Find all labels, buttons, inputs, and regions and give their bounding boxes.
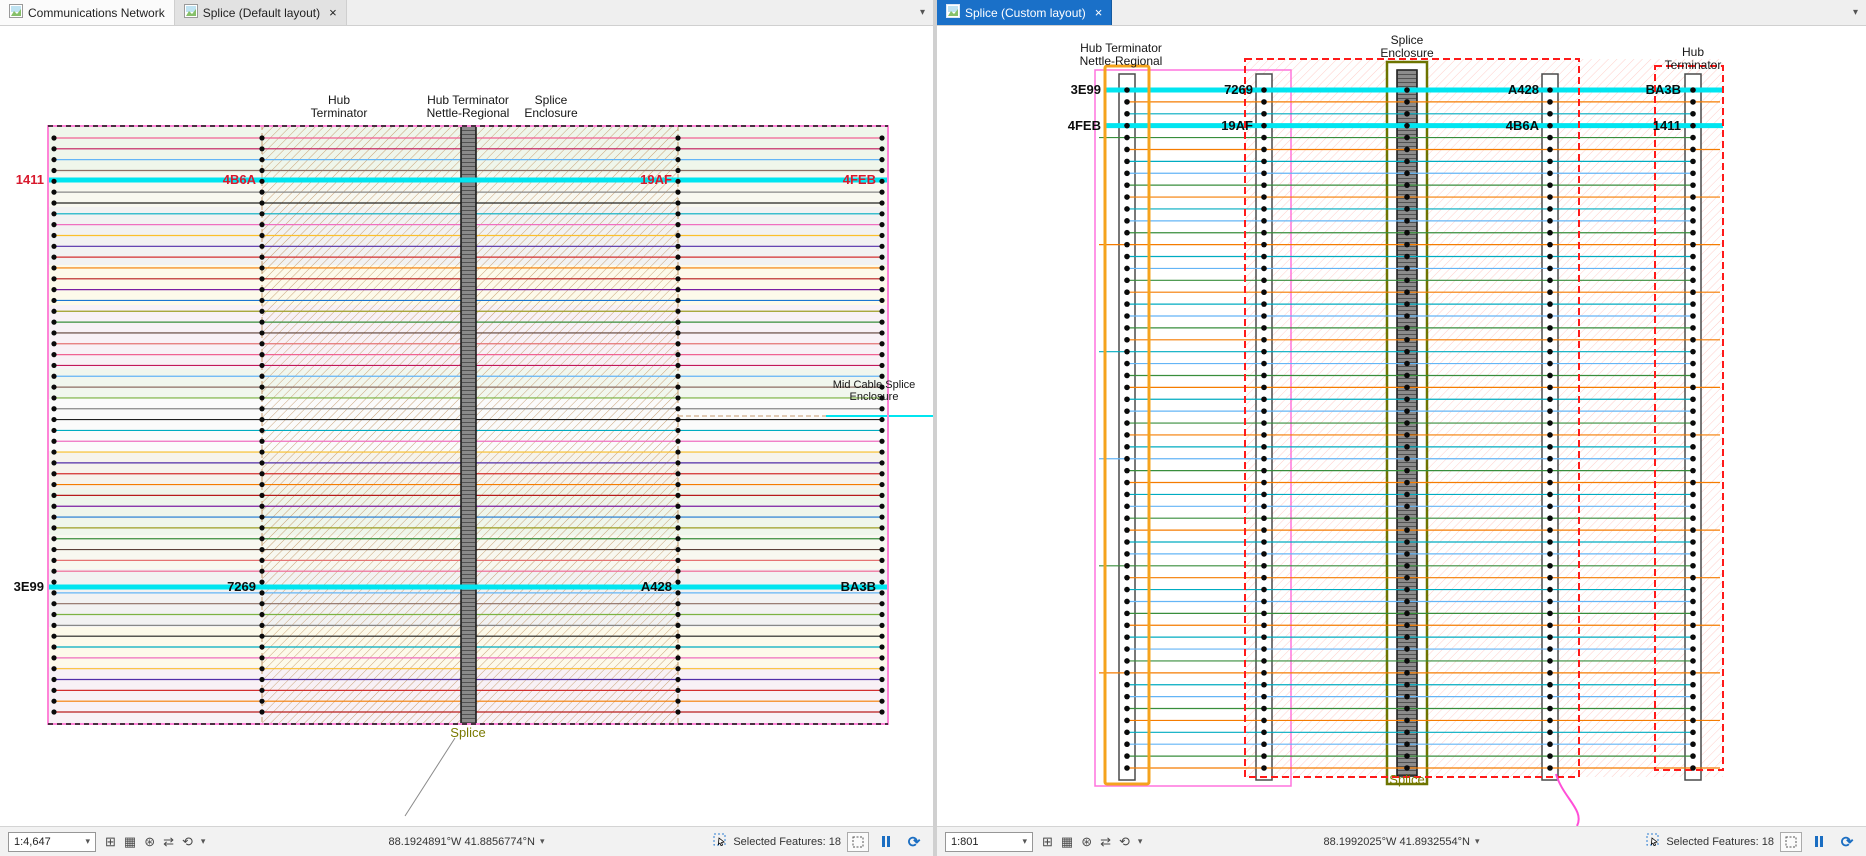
tab-overflow-chevron-icon[interactable]: ▾ [912,7,933,18]
fiber-id-label: BA3B [840,579,876,594]
right-map-pane: Splice (Custom layout) × ▾ Hub Terminato… [937,0,1866,856]
coordinates-value: 88.1992025°W 41.8932554°N [1323,835,1470,848]
chevron-down-icon: ▾ [1022,836,1027,846]
fiber-id-label: 19AF [1221,118,1253,133]
swap-views-icon[interactable]: ⇄ [1100,834,1111,850]
diagram-view-icon [183,4,198,21]
selected-features-icon [1646,833,1660,850]
fiber-id-label: 3E99 [1070,82,1101,97]
right-statusbar: 1:801 ▾ ⊞ ▦ ⊛ ⇄ ⟲ ▾ 88.1992025°W 41.8932… [937,826,1866,856]
left-splice-diagram [47,125,933,817]
label-mid-cable-splice-enclosure: Mid Cable Splice Enclosure [832,379,916,403]
chevron-down-icon: ▾ [539,836,545,846]
fiber-id-label: 4FEB [842,172,876,187]
fiber-id-label: 4B6A [1505,118,1539,133]
scale-select[interactable]: 1:4,647 ▾ [8,831,96,852]
label-hub-terminator: Hub Terminator [1664,45,1722,72]
label-hub-terminator-nettle-regional: Hub Terminator Nettle-Regional [1079,41,1163,68]
selection-status-group: Selected Features: 18 ⟳ [1646,831,1858,852]
tab-overflow-chevron-icon[interactable]: ▾ [1845,7,1866,18]
tab-label: Splice (Default layout) [202,5,321,20]
coordinates-display[interactable]: 88.1924891°W 41.8856774°N ▾ [389,836,545,848]
label-splice-enclosure: Splice Enclosure [1380,33,1434,60]
left-map-pane: Communications Network Splice (Default l… [0,0,933,856]
right-splice-diagram [1094,58,1724,826]
close-icon[interactable]: × [1095,6,1103,19]
scale-value: 1:4,647 [14,835,51,848]
label-splice: Splice [450,725,486,740]
map-tools-group: ⊞ ▦ ⊛ ⇄ ⟲ ▾ [1042,834,1142,850]
fiber-id-label: 1411 [15,172,44,187]
diagram-view-icon [946,4,960,21]
selected-features-icon [713,833,727,850]
more-tools-chevron-icon[interactable]: ▾ [201,836,206,847]
snapping-icon[interactable]: ⊛ [144,834,155,850]
more-tools-chevron-icon[interactable]: ▾ [1138,836,1143,847]
swap-views-icon[interactable]: ⇄ [163,834,174,850]
refresh-view-button[interactable]: ⟳ [1836,832,1858,852]
label-hub-terminator: Hub Terminator [310,93,368,120]
layout-grid-icon[interactable]: ⊞ [105,834,116,850]
fiber-id-label: 7269 [227,579,256,594]
fiber-id-label: A428 [640,579,672,594]
fiber-id-label: 4FEB [1067,118,1101,133]
app-window: Communications Network Splice (Default l… [0,0,1866,856]
layout-grid-icon[interactable]: ⊞ [1042,834,1053,850]
scale-value: 1:801 [951,835,979,848]
chevron-down-icon: ▾ [1474,836,1480,846]
left-statusbar: 1:4,647 ▾ ⊞ ▦ ⊛ ⇄ ⟲ ▾ 88.1924891°W 41.88… [0,826,933,856]
selection-status-group: Selected Features: 18 ⟳ [713,831,925,852]
label-splice: Splice [1389,772,1425,787]
pause-drawing-button[interactable] [1808,832,1830,852]
tab-label: Splice (Custom layout) [965,5,1086,20]
coordinates-value: 88.1924891°W 41.8856774°N [388,835,535,848]
selection-extent-button[interactable] [847,831,869,852]
left-map-canvas[interactable]: Hub Terminator Hub Terminator Nettle-Reg… [0,26,933,826]
fiber-id-label: 1411 [1652,118,1681,133]
fiber-id-label: 19AF [640,172,672,187]
tab-label: Communications Network [28,5,165,20]
tab-splice-custom-layout[interactable]: Splice (Custom layout) × [937,0,1113,25]
right-map-canvas[interactable]: Hub Terminator Nettle-Regional Splice En… [937,26,1866,826]
rotate-view-icon[interactable]: ⟲ [182,834,193,850]
tab-splice-default-layout[interactable]: Splice (Default layout) × [174,0,347,25]
fiber-id-label: 3E99 [13,579,44,594]
fiber-id-label: 7269 [1224,82,1253,97]
fiber-id-label: BA3B [1645,82,1681,97]
selected-features-text: Selected Features: 18 [733,835,841,848]
rotate-view-icon[interactable]: ⟲ [1119,834,1130,850]
snapping-icon[interactable]: ⊛ [1081,834,1092,850]
map-tools-group: ⊞ ▦ ⊛ ⇄ ⟲ ▾ [105,834,205,850]
selection-extent-button[interactable] [1780,831,1802,852]
attribute-table-icon[interactable]: ▦ [124,834,136,850]
scale-select[interactable]: 1:801 ▾ [945,831,1033,852]
chevron-down-icon: ▾ [85,836,90,846]
coordinates-display[interactable]: 88.1992025°W 41.8932554°N ▾ [1324,836,1480,848]
selected-features-text: Selected Features: 18 [1666,835,1774,848]
label-splice-enclosure: Splice Enclosure [524,93,578,120]
refresh-view-button[interactable]: ⟳ [903,832,925,852]
fiber-id-label: A428 [1507,82,1539,97]
left-view-tabbar: Communications Network Splice (Default l… [0,0,933,26]
pause-drawing-button[interactable] [875,832,897,852]
map-view-icon [9,4,23,21]
attribute-table-icon[interactable]: ▦ [1061,834,1073,850]
close-icon[interactable]: × [329,6,337,19]
right-view-tabbar: Splice (Custom layout) × ▾ [937,0,1866,26]
tab-communications-network[interactable]: Communications Network [0,0,175,25]
fiber-id-label: 4B6A [222,172,256,187]
